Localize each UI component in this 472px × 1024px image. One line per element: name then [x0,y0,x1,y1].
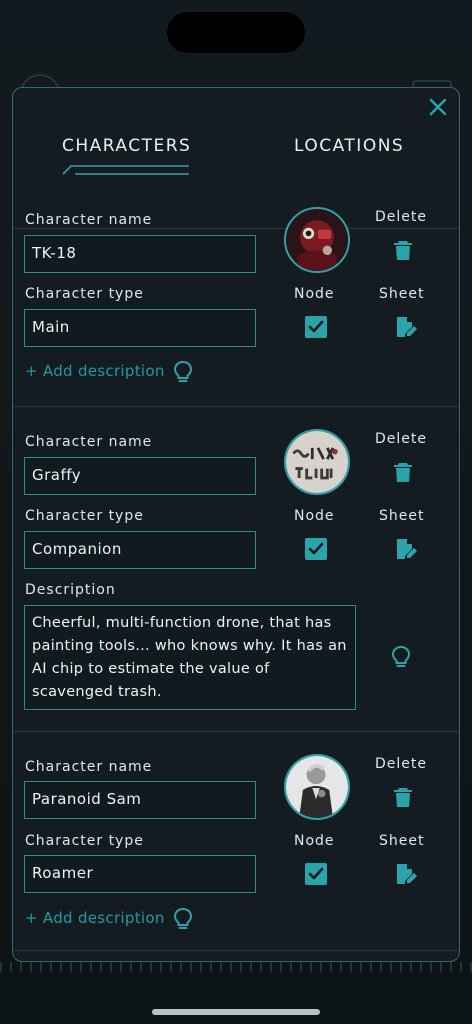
node-label: Node [294,286,335,302]
character-type-field[interactable]: Main [24,309,256,347]
description-label: Description [25,582,116,598]
card-divider [13,406,459,407]
node-label: Node [294,508,335,524]
character-name-field[interactable]: Paranoid Sam [24,781,256,819]
character-name-label: Character name [25,212,153,228]
edit-sheet-icon [397,317,417,337]
tab-bar: CHARACTERS LOCATIONS [13,132,459,229]
sheet-button[interactable] [393,862,417,886]
description-field[interactable]: Cheerful, multi-function drone, that has… [24,605,356,710]
node-checkbox[interactable] [304,537,328,561]
hint-button[interactable] [172,907,194,931]
character-type-label: Character type [25,833,144,849]
hint-button[interactable] [390,645,412,669]
trash-icon [394,463,412,482]
avatar-image-robot [286,209,348,271]
node-label: Node [294,833,335,849]
delete-label: Delete [375,431,427,447]
avatar-image-graffiti [286,431,348,493]
checkbox-checked-icon [305,863,327,885]
trash-icon [394,788,412,807]
delete-label: Delete [375,209,427,225]
delete-button[interactable] [391,785,415,809]
checkbox-checked-icon [305,538,327,560]
close-button[interactable] [427,96,449,118]
avatar-image-man [286,756,348,818]
sheet-label: Sheet [379,286,425,302]
checkbox-checked-icon [305,316,327,338]
sheet-button[interactable] [393,537,417,561]
node-checkbox[interactable] [304,315,328,339]
character-name-label: Character name [25,759,153,775]
hint-button[interactable] [172,360,194,384]
tab-characters[interactable]: CHARACTERS [62,136,191,156]
active-tab-indicator [62,165,189,175]
background-ruler [0,962,472,972]
character-type-field[interactable]: Companion [24,531,256,569]
tabs-divider [13,228,459,229]
device-notch [167,12,305,53]
close-icon [429,98,447,116]
character-name-field[interactable]: Graffy [24,457,256,495]
trash-icon [394,241,412,260]
add-description-button[interactable]: + Add description [25,909,165,927]
character-type-label: Character type [25,286,144,302]
sheet-label: Sheet [379,833,425,849]
character-avatar[interactable] [284,207,350,273]
add-description-button[interactable]: + Add description [25,362,165,380]
home-indicator[interactable] [152,1009,320,1015]
edit-sheet-icon [397,864,417,884]
character-type-label: Character type [25,508,144,524]
sheet-button[interactable] [393,315,417,339]
sheet-label: Sheet [379,508,425,524]
node-checkbox[interactable] [304,862,328,886]
character-name-field[interactable]: TK-18 [24,235,256,273]
card-divider [13,950,459,951]
edit-sheet-icon [397,539,417,559]
lightbulb-icon [173,907,193,929]
delete-button[interactable] [391,460,415,484]
lightbulb-icon [173,360,193,382]
lightbulb-icon [391,645,411,667]
characters-modal: CHARACTERS LOCATIONS Character name TK-1… [12,87,460,962]
tab-locations[interactable]: LOCATIONS [294,136,404,156]
card-divider [13,731,459,732]
character-avatar[interactable] [284,429,350,495]
character-name-label: Character name [25,434,153,450]
delete-button[interactable] [391,238,415,262]
character-type-field[interactable]: Roamer [24,855,256,893]
character-avatar[interactable] [284,754,350,820]
delete-label: Delete [375,756,427,772]
